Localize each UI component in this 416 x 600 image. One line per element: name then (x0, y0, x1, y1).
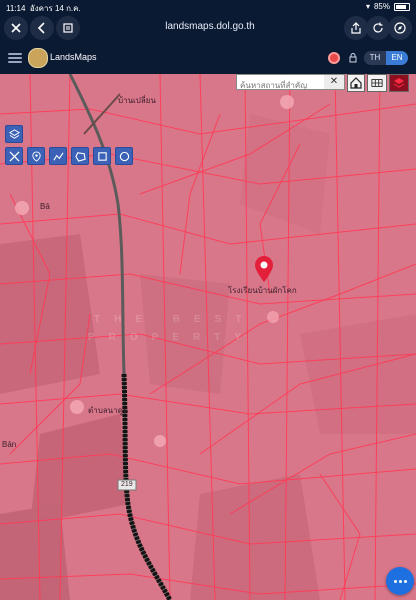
more-icon-dot (403, 579, 407, 583)
battery-icon (394, 2, 410, 11)
watermark-line1: THE BEST (94, 314, 256, 325)
map-pin-icon[interactable] (255, 256, 273, 282)
search-box: ✕ (236, 74, 345, 93)
browser-toolbar: landsmaps.dol.go.th (0, 14, 416, 44)
app-bar: LandsMaps TH EN (0, 44, 416, 74)
pin-icon (31, 150, 41, 162)
measure-button[interactable] (5, 147, 23, 165)
battery-percent: 85% (373, 2, 390, 11)
locate-button[interactable] (27, 147, 45, 165)
reload-button[interactable] (366, 16, 390, 40)
left-top-label: Bā (40, 202, 50, 211)
share-button[interactable] (344, 16, 368, 40)
url-bar[interactable]: landsmaps.dol.go.th (150, 21, 270, 32)
polygon-icon (74, 151, 86, 162)
home-icon (350, 77, 362, 89)
watermark-line2: PROPERTY (88, 332, 256, 343)
rectangle-button[interactable] (93, 147, 111, 165)
grid-button[interactable] (367, 74, 387, 92)
tabs-button[interactable] (56, 16, 80, 40)
language-toggle[interactable]: TH EN (364, 51, 408, 65)
lock-icon[interactable] (348, 53, 358, 63)
close-button[interactable] (4, 16, 28, 40)
landsmaps-logo (28, 48, 48, 68)
pin-label: โรงเรียนบ้านผักโคก (228, 286, 297, 295)
compass-button[interactable] (388, 16, 412, 40)
back-button[interactable] (30, 16, 54, 40)
more-options-button[interactable] (386, 567, 414, 595)
rectangle-icon (97, 151, 107, 161)
app-title: LandsMaps (50, 52, 97, 62)
polyline-button[interactable] (49, 147, 67, 165)
status-bar: 11:14 อังคาร 14 ก.ค. ▾ 85% (0, 0, 416, 14)
menu-icon[interactable] (8, 53, 22, 63)
tabs-icon (63, 23, 73, 33)
record-icon[interactable] (328, 52, 340, 64)
grid-icon (371, 79, 383, 87)
status-right: ▾ 85% (366, 2, 410, 11)
share-icon (351, 22, 361, 34)
search-input[interactable] (237, 78, 323, 93)
home-button[interactable] (347, 74, 365, 92)
measure-icon (8, 150, 20, 162)
lang-en[interactable]: EN (386, 51, 408, 65)
lang-th[interactable]: TH (364, 51, 386, 65)
clear-search-button[interactable]: ✕ (324, 75, 344, 89)
circle-button[interactable] (115, 147, 133, 165)
layers-toggle-button[interactable] (5, 125, 23, 143)
circle-icon (119, 151, 129, 161)
wifi-icon: ▾ (365, 2, 370, 11)
highway-shield: 219 (121, 481, 133, 488)
reload-icon (373, 22, 383, 33)
polygon-button[interactable] (71, 147, 89, 165)
compass-icon (394, 22, 406, 34)
polyline-icon (52, 152, 64, 160)
back-icon (37, 22, 45, 34)
layers-icon (8, 128, 20, 139)
village-label: บ้านเปลี่ยน (118, 96, 156, 105)
more-icon (393, 579, 397, 583)
stack-icon (393, 78, 405, 88)
layers-button[interactable] (389, 74, 409, 92)
close-icon (11, 23, 21, 33)
more-icon-dot (398, 579, 402, 583)
left-bottom-label: Bān (2, 440, 17, 449)
district-label: ตำบลนาดูน (88, 406, 129, 415)
